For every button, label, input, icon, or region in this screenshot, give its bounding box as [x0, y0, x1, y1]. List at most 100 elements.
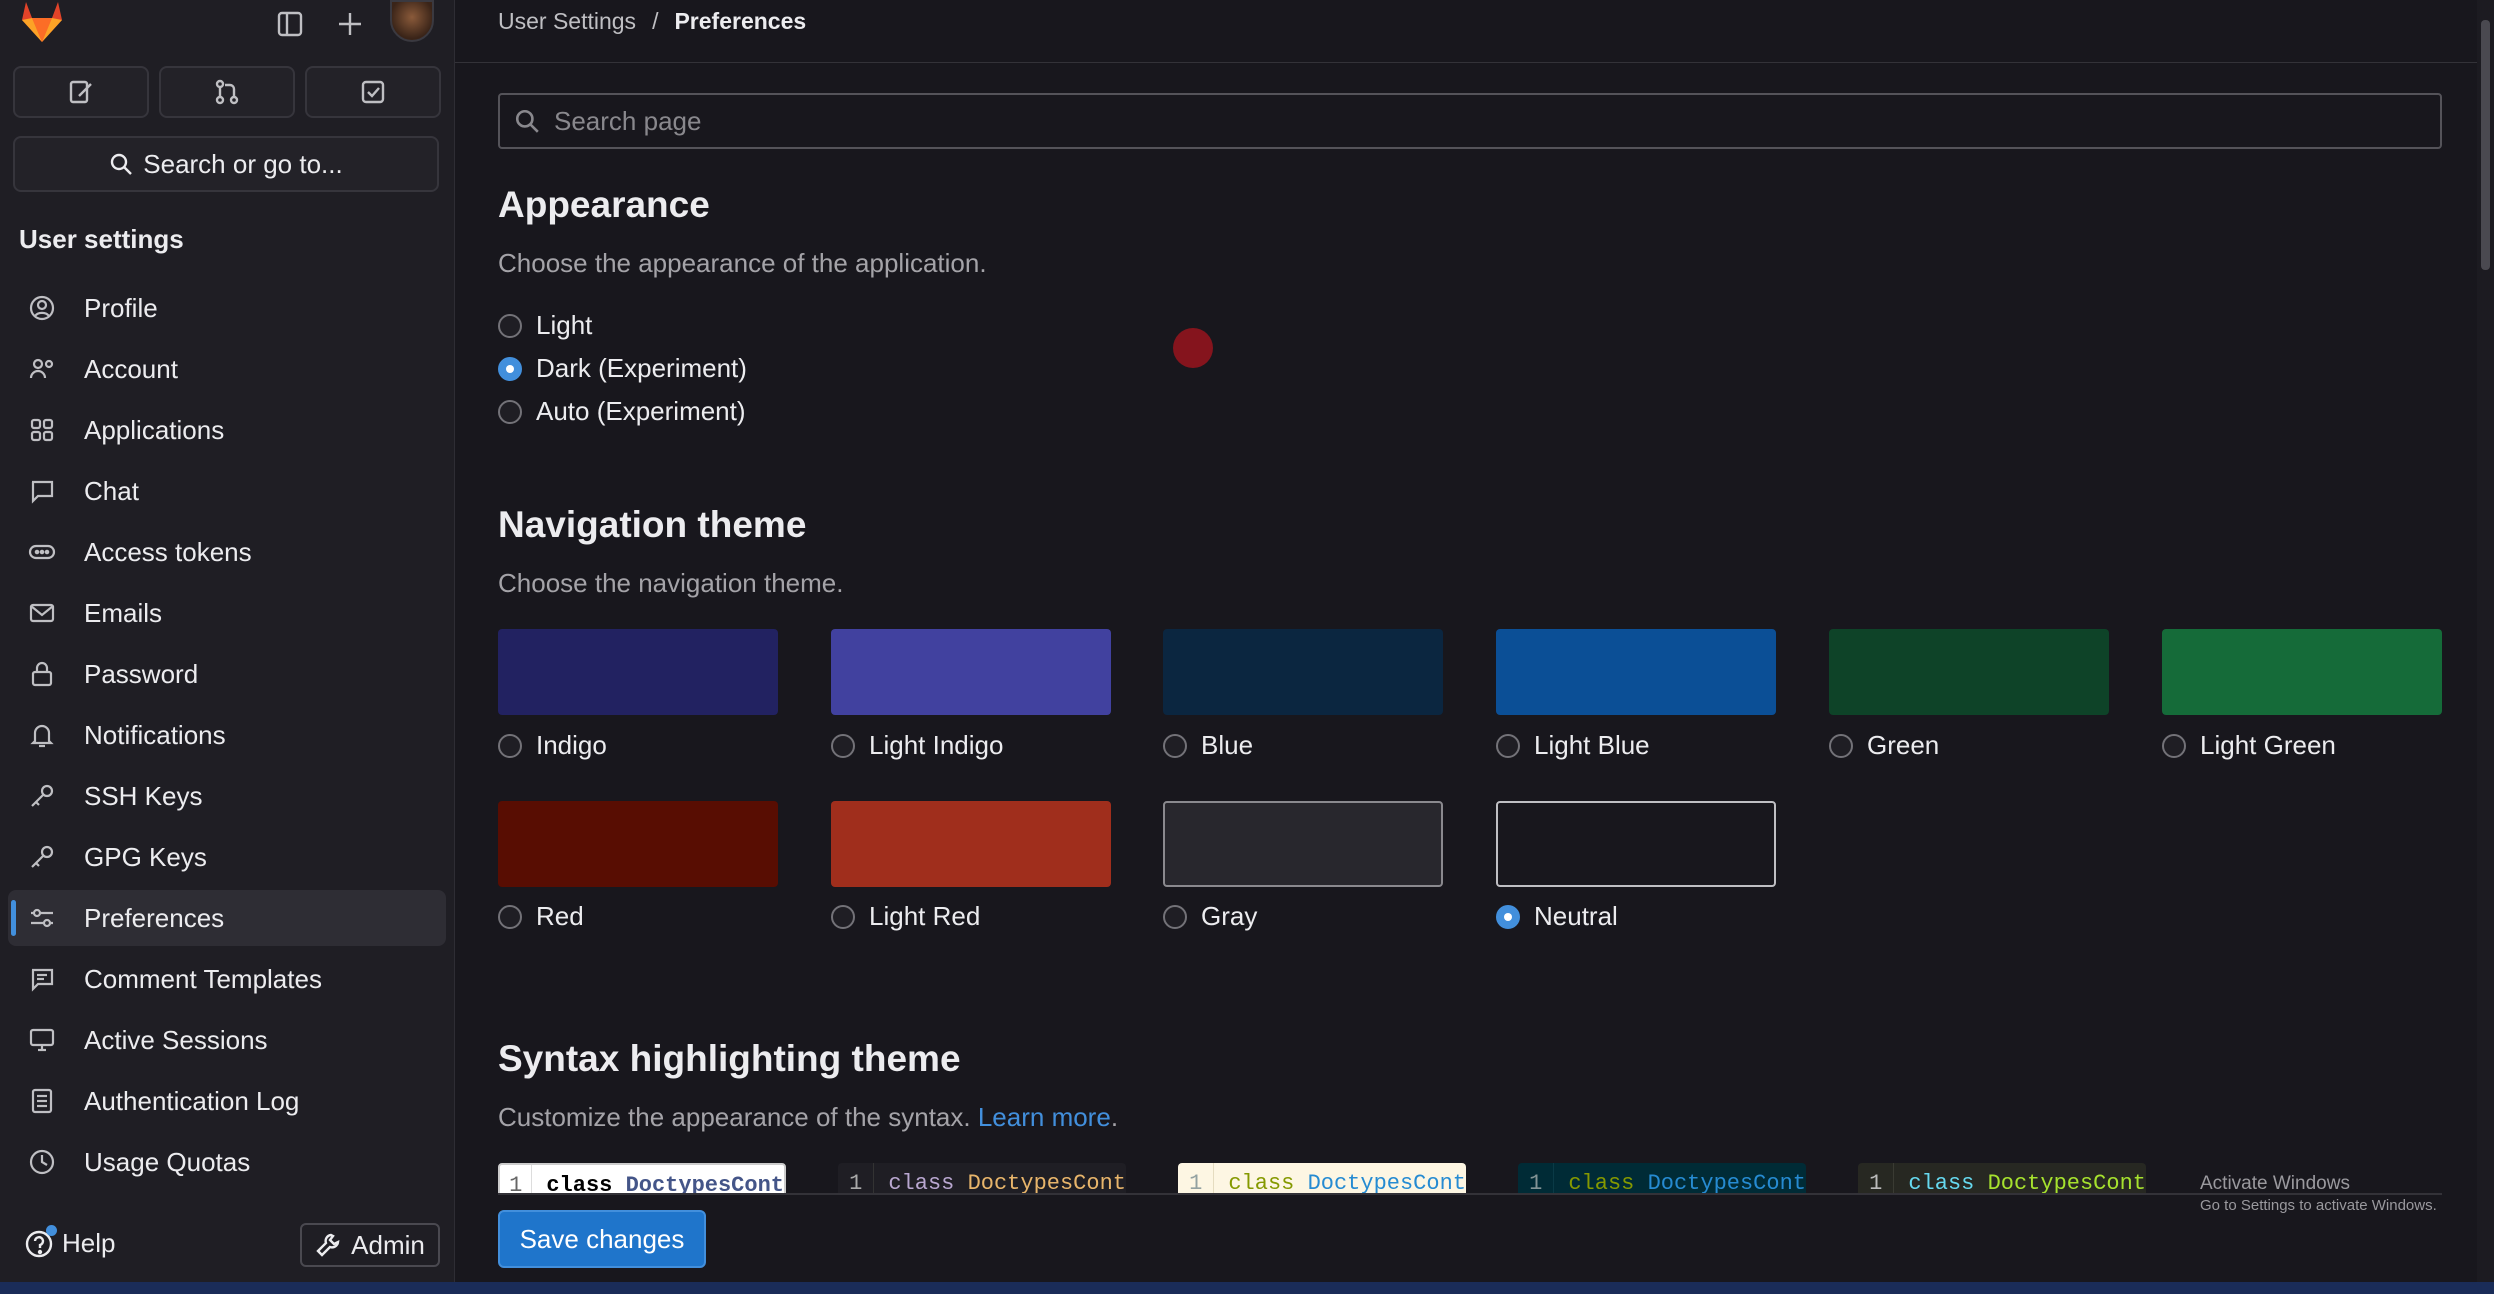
- theme-swatch-red[interactable]: [498, 801, 778, 887]
- radio-button-selected[interactable]: [498, 356, 522, 381]
- todo-button[interactable]: [305, 66, 441, 118]
- scrollbar-thumb[interactable]: [2481, 20, 2490, 270]
- theme-option-light-blue[interactable]: Light Blue: [1496, 730, 1650, 761]
- sidebar-item-account[interactable]: Account: [8, 341, 446, 397]
- theme-swatch-gray[interactable]: [1163, 801, 1443, 887]
- sidebar-item-chat[interactable]: Chat: [8, 463, 446, 519]
- theme-swatch-neutral[interactable]: [1496, 801, 1776, 887]
- line-number: 1: [500, 1165, 533, 1193]
- wrench-icon: [316, 1233, 340, 1257]
- theme-label: Gray: [1201, 901, 1258, 931]
- sidebar-item-label: Applications: [84, 414, 225, 445]
- sidebar-item-gpg-keys[interactable]: GPG Keys: [8, 829, 446, 885]
- theme-option-green[interactable]: Green: [1829, 730, 1939, 761]
- sidebar-item-preferences[interactable]: Preferences: [8, 890, 446, 946]
- sidebar-item-usage-quotas[interactable]: Usage Quotas: [8, 1134, 446, 1190]
- syntax-preview-solarized-dark[interactable]: 1 class DoctypesCont: [1518, 1163, 1806, 1195]
- merge-requests-button[interactable]: [159, 66, 295, 118]
- applications-icon: [26, 414, 58, 446]
- radio-button[interactable]: [498, 313, 522, 338]
- theme-option-light-indigo[interactable]: Light Indigo: [831, 730, 1003, 761]
- learn-more-link[interactable]: Learn more: [978, 1102, 1111, 1132]
- page-scrollbar[interactable]: [2477, 0, 2494, 1282]
- search-or-go-to-button[interactable]: Search or go to...: [13, 136, 439, 192]
- radio-button[interactable]: [498, 904, 522, 929]
- breadcrumb-current[interactable]: Preferences: [674, 8, 806, 35]
- sidebar-item-ssh-keys[interactable]: SSH Keys: [8, 768, 446, 824]
- line-number: 1: [838, 1163, 875, 1195]
- radio-button[interactable]: [1496, 733, 1520, 758]
- theme-option-indigo[interactable]: Indigo: [498, 730, 607, 761]
- plus-icon[interactable]: [332, 6, 368, 42]
- issues-button[interactable]: [13, 66, 149, 118]
- theme-swatch-blue[interactable]: [1163, 629, 1443, 715]
- option-label: Light: [536, 310, 593, 340]
- theme-swatch-green[interactable]: [1829, 629, 2109, 715]
- theme-option-neutral[interactable]: Neutral: [1496, 901, 1618, 932]
- help-button[interactable]: Help: [24, 1225, 115, 1259]
- sidebar-item-applications[interactable]: Applications: [8, 402, 446, 458]
- theme-swatch-light-green[interactable]: [2162, 629, 2442, 715]
- gitlab-logo-icon[interactable]: [16, 0, 68, 44]
- sidebar-item-label: Preferences: [84, 902, 225, 933]
- sidebar-item-label: Active Sessions: [84, 1024, 268, 1055]
- line-number: 1: [1858, 1163, 1895, 1195]
- syntax-preview-white[interactable]: 1 class DoctypesCont: [498, 1163, 786, 1195]
- sidebar-toggle-icon[interactable]: [272, 6, 308, 42]
- code-keyword: class: [1228, 1171, 1295, 1195]
- sidebar-item-profile[interactable]: Profile: [8, 280, 446, 336]
- issues-icon: [69, 80, 92, 104]
- theme-swatch-light-indigo[interactable]: [831, 629, 1111, 715]
- breadcrumb-separator: /: [652, 8, 659, 34]
- theme-option-light-red[interactable]: Light Red: [831, 901, 980, 932]
- theme-option-light-green[interactable]: Light Green: [2162, 730, 2336, 761]
- log-icon: [26, 1085, 58, 1117]
- code-sample: class DoctypesCont: [532, 1165, 784, 1193]
- bell-icon: [26, 719, 58, 751]
- theme-label: Neutral: [1534, 901, 1618, 931]
- radio-button[interactable]: [498, 399, 522, 424]
- theme-swatch-light-blue[interactable]: [1496, 629, 1776, 715]
- sidebar-title: User settings: [19, 224, 184, 254]
- search-page-input[interactable]: [552, 104, 2356, 138]
- sidebar-item-password[interactable]: Password: [8, 646, 446, 702]
- radio-button[interactable]: [2162, 733, 2186, 758]
- code-keyword: class: [888, 1171, 955, 1195]
- sidebar-item-access-tokens[interactable]: Access tokens: [8, 524, 446, 580]
- page-search-box[interactable]: [498, 93, 2442, 149]
- appearance-option-dark[interactable]: Dark (Experiment): [498, 353, 747, 384]
- radio-button[interactable]: [831, 904, 855, 929]
- syntax-preview-monokai[interactable]: 1 class DoctypesCont: [1858, 1163, 2146, 1195]
- theme-option-red[interactable]: Red: [498, 901, 584, 932]
- sidebar-item-active-sessions[interactable]: Active Sessions: [8, 1012, 446, 1068]
- line-number: 1: [1518, 1163, 1555, 1195]
- comment-icon: [26, 963, 58, 995]
- radio-button[interactable]: [1163, 904, 1187, 929]
- sidebar-item-label: Notifications: [84, 719, 226, 750]
- sidebar-item-notifications[interactable]: Notifications: [8, 707, 446, 763]
- search-button-label: Search or go to...: [143, 148, 343, 179]
- sidebar-item-authentication-log[interactable]: Authentication Log: [8, 1073, 446, 1129]
- syntax-preview-dark[interactable]: 1 class DoctypesCont: [838, 1163, 1126, 1195]
- radio-button[interactable]: [1163, 733, 1187, 758]
- radio-button[interactable]: [498, 733, 522, 758]
- syntax-preview-solarized-light[interactable]: 1 class DoctypesCont: [1178, 1163, 1466, 1195]
- breadcrumb-parent[interactable]: User Settings: [498, 8, 636, 35]
- admin-button[interactable]: Admin: [300, 1223, 440, 1267]
- theme-swatch-light-red[interactable]: [831, 801, 1111, 887]
- appearance-option-auto[interactable]: Auto (Experiment): [498, 396, 746, 427]
- avatar[interactable]: [390, 0, 434, 42]
- radio-button[interactable]: [831, 733, 855, 758]
- code-keyword: class: [1908, 1171, 1975, 1195]
- appearance-option-light[interactable]: Light: [498, 310, 592, 341]
- sidebar-item-label: Account: [84, 353, 178, 384]
- code-class-name: DoctypesCont: [1307, 1171, 1466, 1195]
- theme-option-gray[interactable]: Gray: [1163, 901, 1257, 932]
- sidebar-item-emails[interactable]: Emails: [8, 585, 446, 641]
- theme-option-blue[interactable]: Blue: [1163, 730, 1253, 761]
- sidebar-item-comment-templates[interactable]: Comment Templates: [8, 951, 446, 1007]
- theme-swatch-indigo[interactable]: [498, 629, 778, 715]
- radio-button-selected[interactable]: [1496, 904, 1520, 929]
- save-changes-button[interactable]: Save changes: [498, 1210, 706, 1268]
- radio-button[interactable]: [1829, 733, 1853, 758]
